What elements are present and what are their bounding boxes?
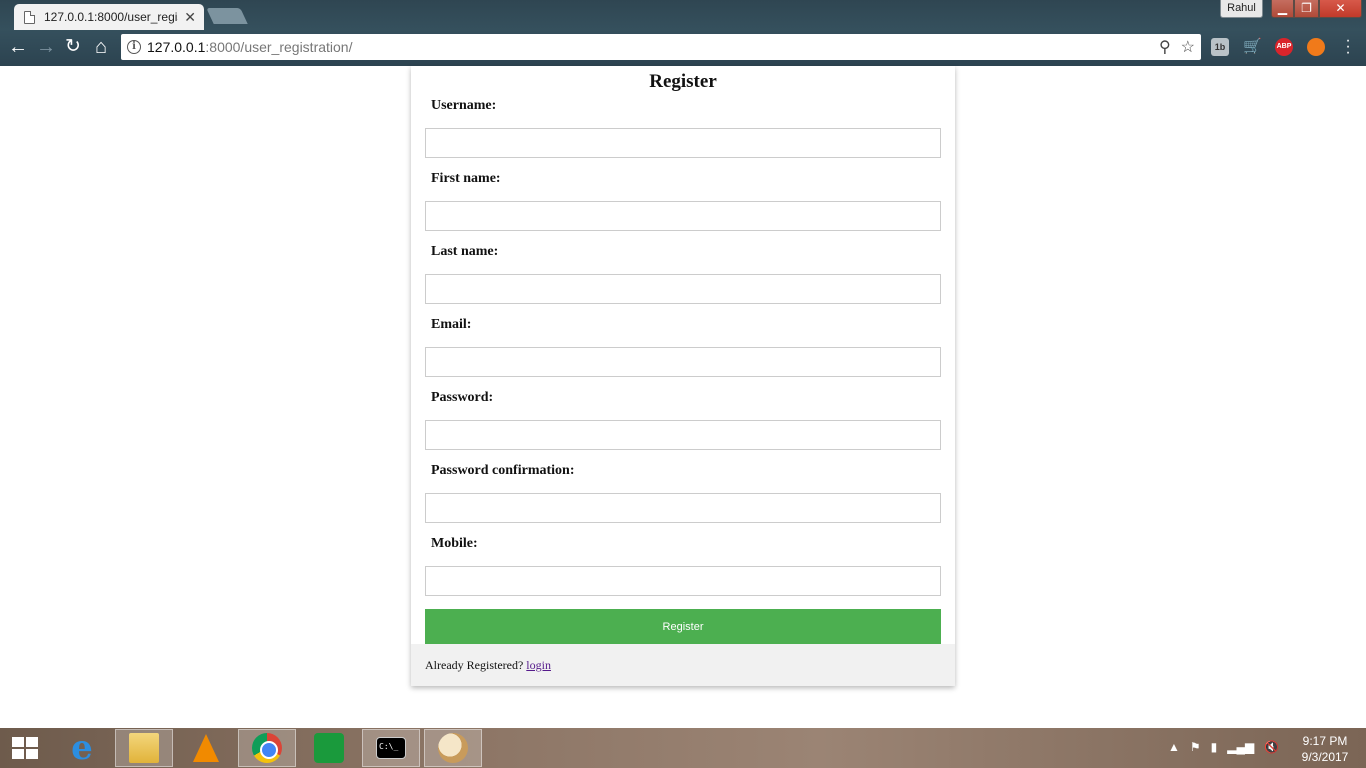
tab-close-icon[interactable]: ✕ — [184, 9, 196, 26]
action-center-flag-icon[interactable]: ⚑ — [1190, 740, 1201, 754]
close-window-button[interactable]: ✕ — [1319, 0, 1362, 18]
browser-tab[interactable]: 127.0.0.1:8000/user_regis ✕ — [14, 4, 204, 30]
extension-fox-icon[interactable] — [1307, 38, 1325, 56]
command-prompt-icon: C:\_ — [376, 737, 406, 759]
volume-muted-icon[interactable]: 🔇 — [1264, 740, 1279, 754]
login-link[interactable]: login — [526, 658, 551, 672]
taskbar-paint[interactable] — [424, 729, 482, 767]
minimize-button[interactable]: ▁ — [1271, 0, 1294, 18]
email-field[interactable] — [425, 347, 941, 377]
taskbar-store[interactable] — [300, 729, 358, 767]
chrome-icon — [252, 733, 282, 763]
show-hidden-icons-icon[interactable]: ▲ — [1168, 740, 1180, 754]
bookmark-star-icon[interactable]: ☆ — [1181, 37, 1195, 57]
username-field[interactable] — [425, 128, 941, 158]
email-label: Email: — [431, 317, 472, 332]
restore-button[interactable]: ❐ — [1294, 0, 1319, 18]
adblock-icon[interactable]: ABP — [1275, 38, 1293, 56]
profile-button[interactable]: Rahul — [1220, 0, 1263, 18]
first-name-field[interactable] — [425, 201, 941, 231]
taskbar-file-explorer[interactable] — [115, 729, 173, 767]
taskbar: e C:\_ ▲ ⚑ ▮ ▂▄▆ 🔇 9:17 PM 9/3/2017 — [0, 728, 1366, 768]
password-label: Password: — [431, 390, 494, 405]
back-arrow-icon[interactable]: ← — [7, 36, 29, 58]
taskbar-chrome[interactable] — [238, 729, 296, 767]
store-icon — [314, 733, 344, 763]
already-registered-text: Already Registered? — [425, 658, 524, 672]
windows-start-icon[interactable] — [12, 737, 38, 759]
browser-menu-icon[interactable]: · · · — [1343, 33, 1353, 61]
reload-icon[interactable]: ↻ — [62, 36, 84, 58]
home-icon[interactable]: ⌂ — [90, 36, 112, 58]
last-name-label: Last name: — [431, 244, 499, 259]
password-confirmation-field[interactable] — [425, 493, 941, 523]
last-name-field[interactable] — [425, 274, 941, 304]
forward-arrow-icon[interactable]: → — [35, 36, 57, 58]
address-bar[interactable]: i 127.0.0.1:8000/user_registration/ ⚲ ☆ — [121, 34, 1201, 60]
battery-icon[interactable]: ▮ — [1211, 740, 1218, 754]
clock-date: 9/3/2017 — [1301, 750, 1349, 764]
browser-chrome: 127.0.0.1:8000/user_regis ✕ Rahul ▁ ❐ ✕ … — [0, 0, 1366, 66]
page-title: Register — [649, 71, 717, 92]
system-clock[interactable]: 9:17 PM 9/3/2017 — [1290, 733, 1360, 765]
url-host: 127.0.0.1 — [147, 39, 206, 55]
url-path: :8000/user_registration/ — [205, 39, 353, 55]
first-name-label: First name: — [431, 171, 501, 186]
paint-palette-icon — [438, 733, 468, 763]
system-tray: ▲ ⚑ ▮ ▂▄▆ 🔇 — [1168, 740, 1279, 754]
taskbar-internet-explorer[interactable]: e — [53, 729, 111, 767]
internet-explorer-icon: e — [71, 728, 93, 768]
taskbar-vlc[interactable] — [177, 729, 235, 767]
extension-1b-icon[interactable]: 1b — [1211, 38, 1229, 56]
folder-icon — [129, 733, 159, 763]
mobile-label: Mobile: — [431, 536, 478, 551]
network-signal-icon[interactable]: ▂▄▆ — [1227, 740, 1254, 754]
zoom-icon[interactable]: ⚲ — [1159, 37, 1171, 57]
password-confirmation-label: Password confirmation: — [431, 463, 575, 478]
page-icon — [24, 10, 35, 24]
clock-time: 9:17 PM — [1302, 734, 1348, 748]
site-info-icon[interactable]: i — [127, 40, 141, 54]
mobile-field[interactable] — [425, 566, 941, 596]
register-button[interactable]: Register — [425, 609, 941, 644]
new-tab-button[interactable] — [206, 8, 248, 24]
cart-icon[interactable]: 🛒 — [1243, 38, 1262, 56]
vlc-cone-icon — [193, 734, 219, 762]
taskbar-command-prompt[interactable]: C:\_ — [362, 729, 420, 767]
form-footer: Already Registered? login — [411, 644, 955, 686]
register-card: Register Username: First name: Last name… — [411, 66, 955, 686]
tab-title: 127.0.0.1:8000/user_regis — [44, 10, 179, 24]
password-field[interactable] — [425, 420, 941, 450]
username-label: Username: — [431, 98, 497, 113]
